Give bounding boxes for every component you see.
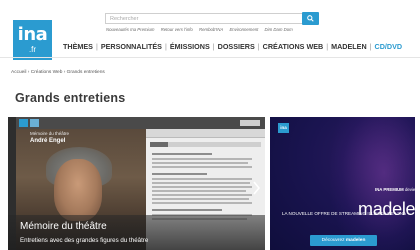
panel-line bbox=[152, 153, 212, 155]
search-input[interactable]: Rechercher bbox=[105, 13, 303, 24]
screenshot-button bbox=[240, 120, 260, 126]
ad-glow bbox=[330, 117, 415, 250]
panel-line bbox=[152, 158, 252, 160]
panel-bar bbox=[146, 129, 265, 138]
feature-subtitle: Entretiens avec des grandes figures du t… bbox=[20, 237, 149, 244]
ad-brand-name: madelen bbox=[358, 199, 415, 219]
quick-link[interactable]: Environnement bbox=[229, 27, 258, 32]
screenshot-caption: Mémoire du théâtre bbox=[30, 131, 70, 136]
logo-text: ina bbox=[17, 24, 48, 45]
ad-brand: madelen / bbox=[358, 199, 415, 220]
quick-link[interactable]: Retour vers l'info bbox=[161, 27, 193, 32]
logo-suffix: .fr bbox=[28, 45, 37, 54]
feature-card[interactable]: Mémoire du théâtre André Engel Mémoire d… bbox=[8, 117, 265, 250]
main-navigation: THÈMES | PERSONNALITÉS | ÉMISSIONS | DOS… bbox=[60, 42, 405, 51]
header-divider bbox=[0, 57, 420, 58]
panel-line bbox=[152, 202, 252, 204]
ad-premium-prefix: INA PREMIUM bbox=[375, 187, 404, 192]
panel-line bbox=[152, 209, 222, 211]
panel-line bbox=[152, 173, 207, 175]
ina-badge: ina bbox=[278, 123, 289, 133]
cta-prefix: Découvrez bbox=[321, 238, 345, 243]
nav-item-themes[interactable]: THÈMES bbox=[60, 42, 96, 51]
panel-tabs bbox=[150, 142, 261, 147]
mini-logo-icon bbox=[19, 119, 28, 127]
nav-item-personnalites[interactable]: PERSONNALITÉS bbox=[98, 42, 165, 51]
panel-line bbox=[152, 186, 252, 188]
nav-item-emissions[interactable]: ÉMISSIONS bbox=[167, 42, 213, 51]
panel-line bbox=[152, 198, 249, 200]
cta-brand: madelen bbox=[345, 238, 366, 243]
nav-item-creations-web[interactable]: CRÉATIONS WEB bbox=[260, 42, 327, 51]
quick-link[interactable]: Dim Dam Dom bbox=[265, 27, 293, 32]
nav-item-madelen[interactable]: MADELEN bbox=[328, 42, 370, 51]
screenshot-person-name: André Engel bbox=[30, 138, 66, 144]
portrait-face bbox=[54, 159, 102, 221]
page-title: Grands entretiens bbox=[15, 91, 126, 105]
feature-title[interactable]: Mémoire du théâtre bbox=[20, 221, 107, 232]
madelen-ad[interactable]: ina INA PREMIUM devient madelen / LA NOU… bbox=[270, 117, 415, 250]
nav-item-dossiers[interactable]: DOSSIERS bbox=[215, 42, 258, 51]
quick-link[interactable]: Nouveautés Ina Premium bbox=[106, 27, 154, 32]
breadcrumb[interactable]: Accueil › Créations Web › Grands entreti… bbox=[11, 70, 105, 75]
screenshot-topbar bbox=[16, 117, 265, 129]
panel-line bbox=[152, 182, 250, 184]
mini-logo-icon bbox=[30, 119, 39, 127]
chevron-right-icon[interactable] bbox=[252, 180, 261, 196]
nav-item-cd-dvd[interactable]: CD/DVD bbox=[372, 42, 406, 51]
ad-premium-suffix: devient bbox=[404, 187, 415, 192]
panel-line bbox=[152, 166, 252, 168]
panel-line bbox=[152, 190, 246, 192]
panel-line bbox=[152, 162, 248, 164]
quick-links: Nouveautés Ina Premium Retour vers l'inf… bbox=[106, 27, 298, 32]
discover-madelen-button[interactable]: Découvrez madelen bbox=[310, 235, 377, 246]
panel-line bbox=[152, 178, 252, 180]
search-icon bbox=[307, 15, 314, 22]
ad-tagline: LA NOUVELLE OFFRE DE STREAMING ILLIMITÉ … bbox=[281, 211, 407, 216]
panel-line bbox=[152, 194, 252, 196]
ina-logo[interactable]: ina .fr bbox=[13, 20, 52, 60]
ad-premium-line: INA PREMIUM devient bbox=[375, 187, 415, 192]
quick-link[interactable]: Rembob'INA bbox=[199, 27, 223, 32]
search-button[interactable] bbox=[302, 12, 319, 25]
